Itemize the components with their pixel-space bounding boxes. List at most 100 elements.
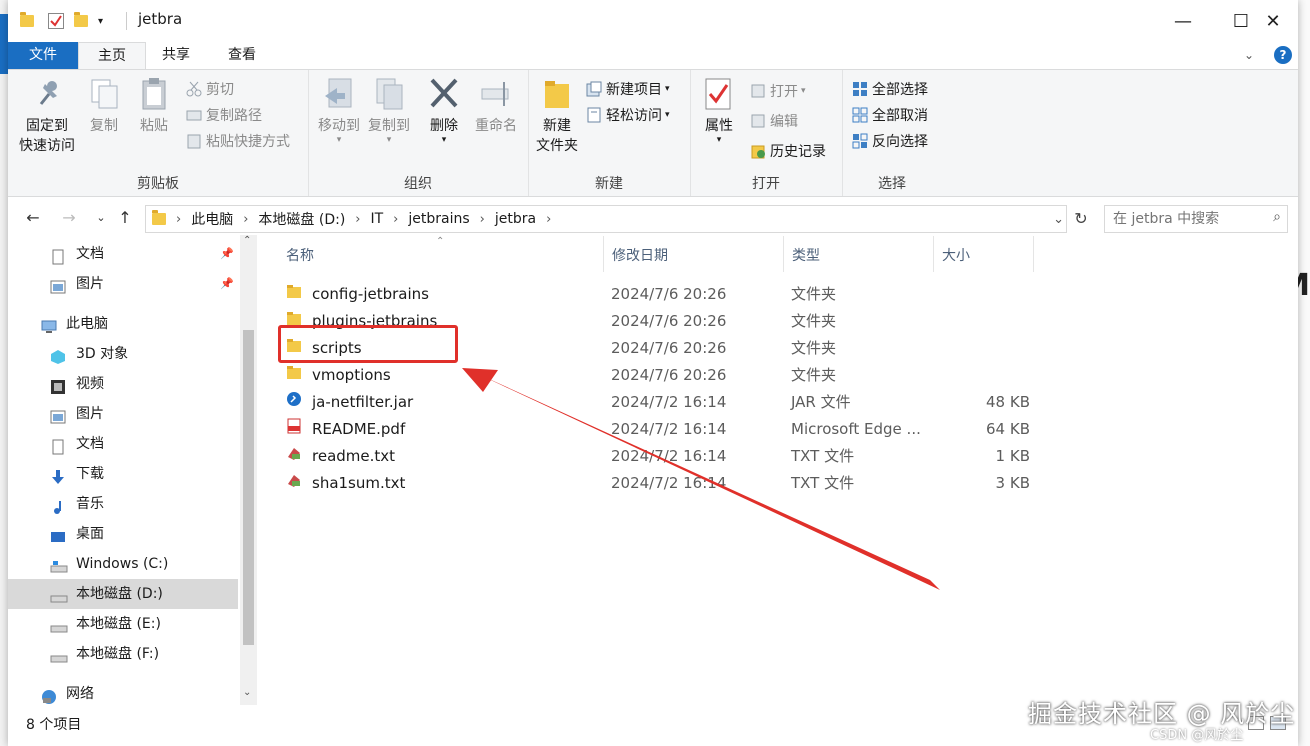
address-bar[interactable]: › 此电脑 › 本地磁盘 (D:) › IT › jetbrains › jet… [145, 205, 1067, 233]
nav-item-desktop[interactable]: 桌面 [50, 519, 104, 549]
navigation-pane: 文档 📌 图片 📌 此电脑 3D 对象 视频 图片 文档 下载 音乐 桌面 Wi… [8, 235, 258, 705]
folder-icon [286, 281, 302, 298]
nav-item-pictures[interactable]: 图片 [50, 399, 104, 429]
rename-button[interactable]: 重命名 [470, 76, 522, 136]
pin-icon[interactable]: 📌 [220, 277, 234, 290]
nav-scrollbar-thumb[interactable] [243, 330, 254, 645]
table-row[interactable]: ja-netfilter.jar 2024/7/2 16:14 JAR 文件 4… [278, 389, 1038, 416]
close-button[interactable]: ✕ [1244, 0, 1298, 42]
ribbon: 固定到 快速访问 复制 粘贴 剪切 复制路径 粘贴快捷方式 剪贴板 移动到 ▾ … [8, 69, 1298, 197]
new-folder-quick-icon[interactable] [74, 12, 88, 27]
move-to-button[interactable]: 移动到 ▾ [314, 76, 364, 145]
nav-item-videos[interactable]: 视频 [50, 369, 104, 399]
nav-scrollbar[interactable]: ⌃ ⌄ [240, 235, 257, 705]
help-icon[interactable]: ? [1274, 46, 1292, 64]
navigation-row: ← → ⌄ ↑ › 此电脑 › 本地磁盘 (D:) › IT › jetbrai… [8, 201, 1298, 235]
select-group-title: 选择 [878, 176, 906, 192]
column-header-size[interactable]: 大小 [934, 236, 1034, 272]
minimize-button[interactable]: — [1154, 0, 1212, 42]
table-row[interactable]: vmoptions 2024/7/6 20:26 文件夹 [278, 362, 1038, 389]
column-header-name[interactable]: 名称 [278, 236, 604, 272]
table-row[interactable]: README.pdf 2024/7/2 16:14 Microsoft Edge… [278, 416, 1038, 443]
edit-button[interactable]: 编辑 [750, 110, 798, 132]
nav-item-network[interactable]: 网络 [40, 679, 94, 709]
refresh-icon[interactable]: ↻ [1070, 207, 1092, 231]
copy-to-button[interactable]: 复制到 ▾ [364, 76, 414, 145]
copy-path-button[interactable]: 复制路径 [186, 104, 262, 126]
table-row[interactable]: readme.txt 2024/7/2 16:14 TXT 文件 1 KB [278, 443, 1038, 470]
easy-access-button[interactable]: 轻松访问 ▾ [586, 104, 670, 126]
nav-item-documents[interactable]: 文档 [50, 429, 104, 459]
nav-item-drive-f[interactable]: 本地磁盘 (F:) [50, 639, 159, 669]
highlight-box [278, 325, 458, 363]
status-item-count: 8 个项目 [26, 717, 82, 733]
new-folder-icon [541, 76, 573, 112]
delete-button[interactable]: 删除 ▾ [424, 76, 464, 145]
select-none-button[interactable]: 全部取消 [852, 104, 928, 126]
copy-button[interactable]: 复制 [82, 76, 126, 136]
search-input[interactable] [1111, 207, 1265, 231]
breadcrumb-it[interactable]: IT [370, 211, 383, 227]
column-header-date[interactable]: 修改日期 [604, 236, 784, 272]
ribbon-expand-icon[interactable]: ⌄ [1244, 48, 1254, 62]
tab-home[interactable]: 主页 [78, 42, 146, 70]
new-folder-button[interactable]: 新建 文件夹 [532, 76, 582, 156]
back-arrow-icon[interactable]: ← [22, 206, 44, 230]
pin-icon[interactable]: 📌 [220, 247, 234, 260]
address-dropdown-icon[interactable]: ⌄ [1053, 212, 1064, 227]
tab-view[interactable]: 查看 [214, 42, 270, 69]
nav-item-pictures-pinned[interactable]: 图片 [50, 269, 104, 299]
pin-quick-access-button[interactable]: 固定到 快速访问 [14, 76, 80, 156]
breadcrumb-jetbra[interactable]: jetbra [495, 211, 536, 227]
window-title: jetbra [138, 10, 183, 28]
tab-share[interactable]: 共享 [148, 42, 204, 69]
organize-group-title: 组织 [404, 176, 432, 192]
nav-item-drive-d[interactable]: 本地磁盘 (D:) [8, 579, 238, 609]
column-header-type[interactable]: 类型 [784, 236, 934, 272]
forward-arrow-icon[interactable]: → [58, 206, 80, 230]
scroll-up-icon[interactable]: ⌃ [243, 235, 251, 246]
table-row[interactable]: config-jetbrains 2024/7/6 20:26 文件夹 [278, 281, 1038, 308]
properties-button[interactable]: 属性 ▾ [696, 76, 742, 145]
nav-item-3d-objects[interactable]: 3D 对象 [50, 339, 128, 369]
cut-button[interactable]: 剪切 [186, 78, 234, 100]
open-icon [750, 83, 766, 99]
scissors-icon [186, 81, 202, 97]
customize-toolbar-icon[interactable]: ▾ [98, 16, 103, 27]
select-all-icon [852, 81, 868, 97]
paste-icon [138, 76, 170, 112]
search-icon[interactable]: ⌕ [1273, 209, 1281, 225]
breadcrumb-this-pc[interactable]: 此电脑 [191, 209, 233, 229]
breadcrumb-jetbrains[interactable]: jetbrains [408, 211, 469, 227]
nav-item-this-pc[interactable]: 此电脑 [40, 309, 108, 339]
nav-item-drive-c[interactable]: Windows (C:) [50, 549, 168, 579]
up-arrow-icon[interactable]: ↑ [114, 206, 136, 230]
invert-selection-button[interactable]: 反向选择 [852, 130, 928, 152]
breadcrumb-drive-d[interactable]: 本地磁盘 (D:) [258, 209, 345, 229]
nav-item-drive-e[interactable]: 本地磁盘 (E:) [50, 609, 161, 639]
invert-selection-icon [852, 133, 868, 149]
open-group-title: 打开 [752, 176, 780, 192]
select-all-button[interactable]: 全部选择 [852, 78, 928, 100]
history-button[interactable]: 历史记录 [750, 140, 826, 162]
edit-icon [750, 113, 766, 129]
open-button[interactable]: 打开 ▾ [750, 80, 806, 102]
nav-item-downloads[interactable]: 下载 [50, 459, 104, 489]
nav-item-documents-pinned[interactable]: 文档 [50, 239, 104, 269]
recent-locations-chevron-icon[interactable]: ⌄ [90, 206, 112, 230]
folder-icon [286, 308, 302, 325]
pin-icon [31, 76, 63, 112]
text-file-icon [286, 443, 302, 460]
drive-icon [50, 616, 68, 633]
properties-quick-icon[interactable] [48, 13, 64, 29]
paste-button[interactable]: 粘贴 [132, 76, 176, 136]
nav-item-music[interactable]: 音乐 [50, 489, 104, 519]
paste-shortcut-button[interactable]: 粘贴快捷方式 [186, 130, 290, 152]
scroll-down-icon[interactable]: ⌄ [243, 687, 251, 698]
drive-icon [50, 646, 68, 663]
tab-file[interactable]: 文件 [8, 42, 78, 69]
new-item-button[interactable]: 新建项目 ▾ [586, 78, 670, 100]
search-box[interactable]: ⌕ [1104, 205, 1288, 233]
table-row[interactable]: sha1sum.txt 2024/7/2 16:14 TXT 文件 3 KB [278, 470, 1038, 497]
easy-access-icon [586, 107, 602, 123]
